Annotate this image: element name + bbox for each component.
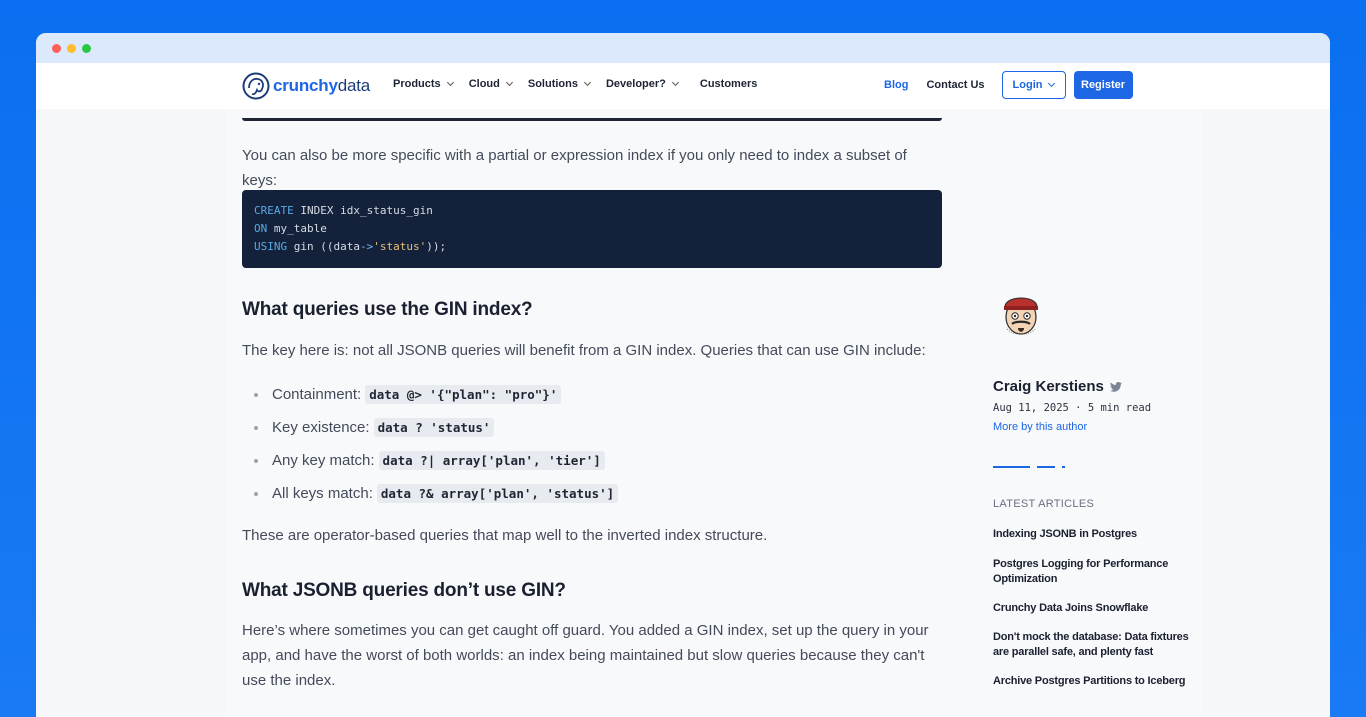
latest-article-link[interactable]: Postgres Logging for Performance Optimiz… [993,557,1198,587]
inline-code: data @> '{"plan": "pro"}' [365,385,562,404]
author-name-text: Craig Kerstiens [993,378,1104,395]
heading-gin-queries: What queries use the GIN index? [242,299,533,320]
latest-article-link[interactable]: Don't mock the database: Data fixtures a… [993,630,1198,660]
latest-article-link[interactable]: Crunchy Data Joins Snowflake [993,601,1198,616]
operator-paragraph: These are operator-based queries that ma… [242,527,768,544]
code-text: gin ((data [287,240,360,253]
nav-products-label: Products [393,78,441,90]
code-text: my_table [267,222,327,235]
nav-cloud[interactable]: Cloud [468,78,513,90]
nav-developer-label: Developer? [605,78,666,90]
list-item-label: All keys match: [272,485,373,502]
bullet-icon [254,425,258,430]
code-text: )); [426,240,447,253]
nav-customers-label: Customers [699,78,758,90]
code-operator: -> [359,240,374,253]
inline-code: data ?& array['plan', 'status'] [376,484,619,503]
chevron-down-icon [1048,79,1056,88]
nav-developer[interactable]: Developer? [605,78,679,90]
login-button[interactable]: Login [1001,71,1066,99]
code-block[interactable]: CREATE INDEX idx_status_gin ON my_table … [242,190,942,268]
nav-cloud-label: Cloud [468,78,500,90]
author-avatar[interactable] [999,289,1043,337]
list-item: Containment: data @> '{"plan": "pro"}' [242,378,618,411]
author-name[interactable]: Craig Kerstiens [993,378,1122,395]
logo[interactable]: crunchydata [242,72,370,100]
list-item-label: Containment: [272,386,362,403]
share-divider [993,466,1065,468]
chevron-down-icon [446,78,454,87]
minimize-window-button[interactable] [67,43,76,53]
intro-paragraph: You can also be more specific with a par… [242,147,907,189]
close-window-button[interactable] [52,43,61,53]
nav-solutions[interactable]: Solutions [527,78,592,90]
gin-paragraph: The key here is: not all JSONB queries w… [242,342,926,359]
site-header: crunchydata Products Cloud Solutions Dev… [36,63,1330,109]
bullet-icon [254,392,258,397]
window-titlebar [36,33,1330,63]
bullet-icon [254,458,258,463]
browser-window: crunchydata Products Cloud Solutions Dev… [36,33,1330,717]
inline-code: data ? 'status' [373,418,495,437]
nav-solutions-label: Solutions [527,78,578,90]
code-block-bottom-edge [242,118,942,121]
chevron-down-icon [583,78,592,87]
latest-articles-heading: LATEST ARTICLES [993,498,1095,510]
nav-products[interactable]: Products [393,78,454,90]
code-keyword: ON [254,222,268,235]
latest-article-link[interactable]: Archive Postgres Partitions to Iceberg [993,674,1198,689]
bullet-icon [254,491,258,496]
chevron-down-icon [671,78,679,87]
code-keyword: CREATE [254,204,294,217]
list-item: Key existence: data ? 'status' [242,411,618,444]
header-actions: Blog Contact Us Login Register [884,71,1133,99]
code-line-3: USING gin ((data->'status')); [254,238,930,256]
code-line-2: ON my_table [254,220,930,238]
chevron-down-icon [505,78,513,87]
blog-link[interactable]: Blog [884,79,908,91]
article-meta: Aug 11, 2025 · 5 min read [993,402,1152,414]
code-string: 'status' [373,240,427,253]
login-label: Login [1012,79,1043,91]
maximize-window-button[interactable] [82,43,91,53]
list-item-label: Key existence: [272,419,370,436]
list-item: All keys match: data ?& array['plan', 'st… [242,477,619,510]
heading-no-gin: What JSONB queries don’t use GIN? [242,580,566,601]
page-content: You can also be more specific with a par… [226,109,1202,717]
logo-text-crunchy: crunchy [273,76,338,95]
logo-text-data: data [337,76,371,95]
main-nav: Products Cloud Solutions Developer? Cust… [393,78,757,90]
elephant-logo-icon [242,72,270,100]
list-item-label: Any key match: [272,452,375,469]
operator-list: Containment: data @> '{"plan": "pro"}' Ke… [242,378,619,510]
code-keyword: USING [254,240,288,253]
list-item: Any key match: data ?| array['plan', 'tie… [242,444,618,477]
nav-customers[interactable]: Customers [700,78,757,90]
latest-article-link[interactable]: Indexing JSONB in Postgres [993,527,1198,542]
twitter-icon[interactable] [1109,381,1122,392]
code-line-1: CREATE INDEX idx_status_gin [254,202,930,220]
register-button[interactable]: Register [1073,71,1133,99]
contact-us-link[interactable]: Contact Us [926,79,984,91]
code-text: INDEX idx_status_gin [293,204,433,217]
more-by-author-link[interactable]: More by this author [993,421,1087,433]
inline-code: data ?| array['plan', 'tier'] [378,451,605,470]
no-gin-paragraph: Here’s where sometimes you can get caugh… [242,622,929,689]
